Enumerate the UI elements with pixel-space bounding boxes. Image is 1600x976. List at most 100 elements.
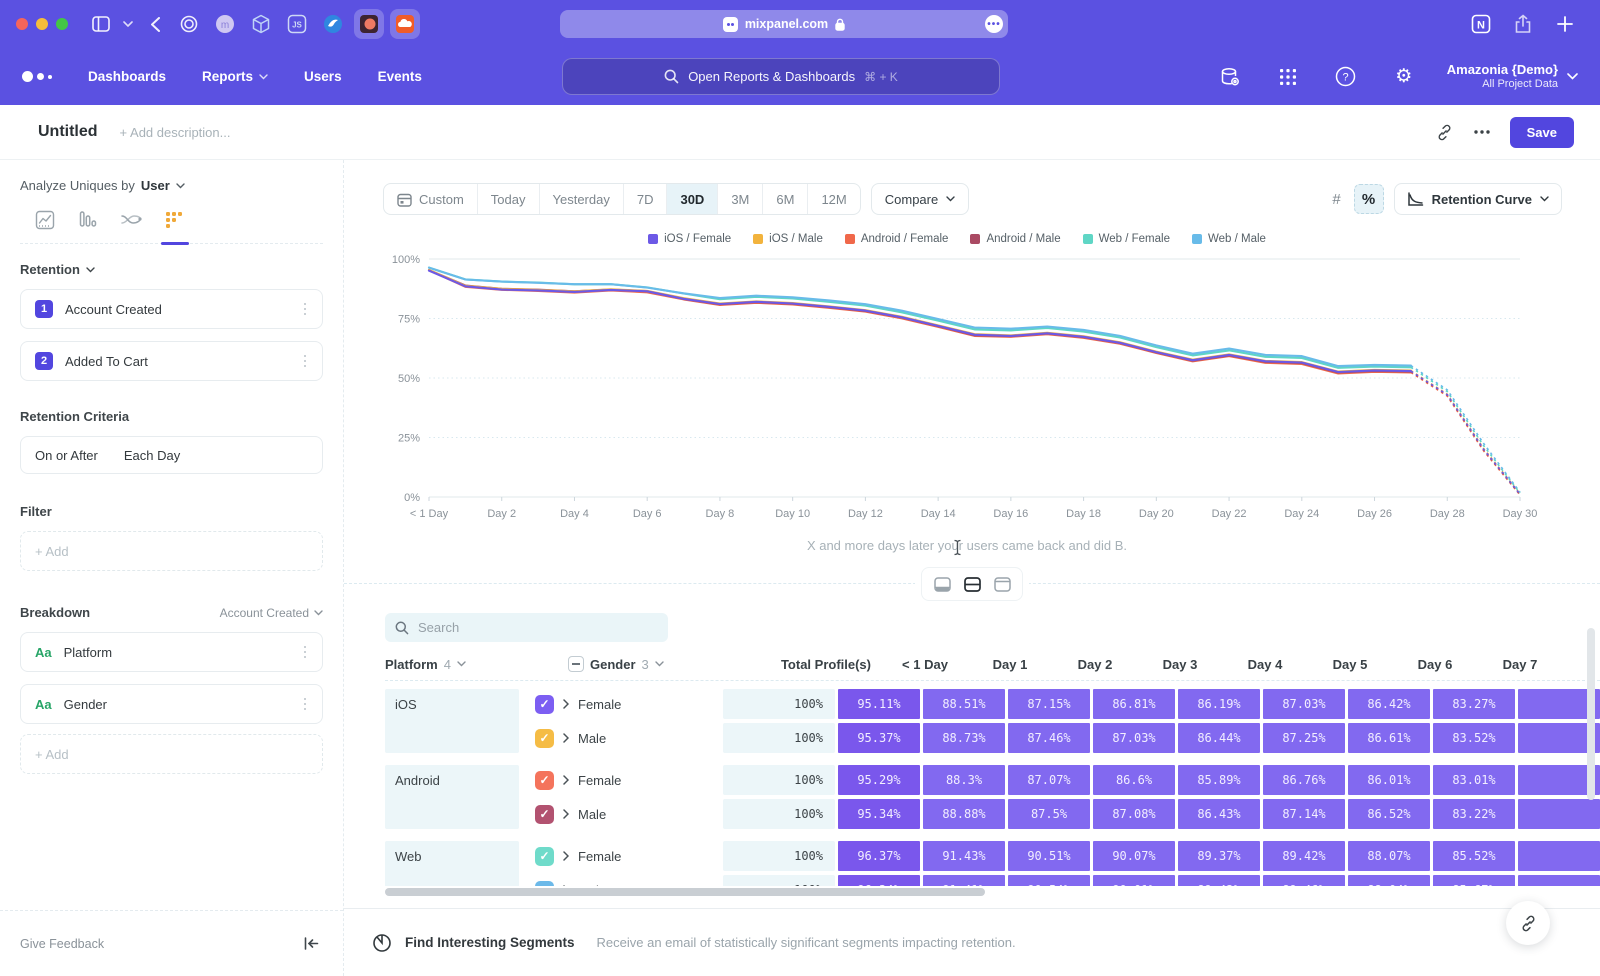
back-button[interactable] xyxy=(140,9,170,39)
gender-column-header[interactable]: Gender 3 xyxy=(568,656,766,672)
collapse-sidebar-icon[interactable] xyxy=(304,937,319,950)
day-column-header[interactable]: Day 1 xyxy=(969,657,1051,672)
extension-cube-icon[interactable] xyxy=(246,9,276,39)
series-checkbox[interactable]: ✓ xyxy=(535,881,554,887)
save-button[interactable]: Save xyxy=(1510,117,1574,148)
criteria-mode[interactable]: On or After xyxy=(35,448,98,463)
add-description[interactable]: + Add description... xyxy=(120,125,231,140)
expand-row-icon[interactable] xyxy=(563,775,569,785)
vertical-scrollbar-thumb[interactable] xyxy=(1587,628,1595,800)
maximize-window-button[interactable] xyxy=(56,18,68,30)
extension-bird-icon[interactable] xyxy=(318,9,348,39)
range-yesterday[interactable]: Yesterday xyxy=(539,184,623,214)
add-filter-button[interactable]: + Add xyxy=(20,531,323,571)
legend-item[interactable]: Web / Female xyxy=(1083,233,1170,245)
expand-row-icon[interactable] xyxy=(563,851,569,861)
give-feedback-link[interactable]: Give Feedback xyxy=(20,937,104,951)
extension-js-icon[interactable]: JS xyxy=(282,9,312,39)
add-breakdown-button[interactable]: + Add xyxy=(20,734,323,774)
kebab-menu-icon[interactable] xyxy=(300,642,311,663)
day-column-header[interactable]: Day 6 xyxy=(1394,657,1476,672)
range-3m[interactable]: 3M xyxy=(717,184,762,214)
series-checkbox[interactable]: ✓ xyxy=(535,847,554,866)
range-7d[interactable]: 7D xyxy=(623,184,667,214)
breakdown-event-selector[interactable]: Account Created xyxy=(220,606,323,620)
legend-item[interactable]: Web / Male xyxy=(1192,233,1266,245)
day-column-header[interactable]: Day 2 xyxy=(1054,657,1136,672)
kebab-menu-icon[interactable] xyxy=(300,694,311,715)
platform-column-header[interactable]: Platform 4 xyxy=(385,657,565,672)
series-checkbox[interactable]: ✓ xyxy=(535,729,554,748)
legend-item[interactable]: Android / Female xyxy=(845,233,949,245)
help-icon[interactable]: ? xyxy=(1331,62,1361,92)
share-link-fab[interactable] xyxy=(1506,901,1550,945)
report-title[interactable]: Untitled xyxy=(38,123,98,141)
collapse-all-checkbox[interactable] xyxy=(568,656,584,672)
day-column-header[interactable]: Day 3 xyxy=(1139,657,1221,672)
share-icon[interactable] xyxy=(1508,9,1538,39)
expand-row-icon[interactable] xyxy=(563,809,569,819)
expand-row-icon[interactable] xyxy=(563,885,569,886)
analyze-entity-selector[interactable]: User xyxy=(141,178,170,193)
day-column-header[interactable]: < 1 Day xyxy=(884,657,966,672)
day-column-header[interactable]: Day 4 xyxy=(1224,657,1306,672)
breakdown-platform[interactable]: Aa Platform xyxy=(20,632,323,672)
expand-row-icon[interactable] xyxy=(563,699,569,709)
range-12m[interactable]: 12M xyxy=(807,184,859,214)
absolute-numbers-toggle[interactable]: # xyxy=(1322,184,1352,214)
nav-item-reports[interactable]: Reports xyxy=(202,69,268,84)
day-column-header[interactable]: Day 7 xyxy=(1479,657,1561,672)
nav-item-events[interactable]: Events xyxy=(378,69,422,84)
expand-row-icon[interactable] xyxy=(563,733,569,743)
table-only-view-button[interactable] xyxy=(989,572,1015,596)
window-controls[interactable] xyxy=(16,18,68,30)
percentage-toggle[interactable]: % xyxy=(1354,184,1384,214)
segments-footer-title[interactable]: Find Interesting Segments xyxy=(405,935,575,950)
retention-section-header[interactable]: Retention xyxy=(20,262,80,277)
criteria-interval[interactable]: Each Day xyxy=(124,448,180,463)
more-options-icon[interactable] xyxy=(1474,130,1490,134)
extension-m-icon[interactable]: m xyxy=(210,9,240,39)
horizontal-scrollbar-thumb[interactable] xyxy=(385,888,985,896)
legend-item[interactable]: iOS / Female xyxy=(648,233,731,245)
range-30d[interactable]: 30D xyxy=(666,184,717,214)
extension-reader-icon[interactable] xyxy=(354,9,384,39)
breakdown-gender[interactable]: Aa Gender xyxy=(20,684,323,724)
close-window-button[interactable] xyxy=(16,18,28,30)
global-search-button[interactable]: Open Reports & Dashboards ⌘ + K xyxy=(562,58,1000,95)
nav-item-users[interactable]: Users xyxy=(304,69,342,84)
chart-type-selector[interactable]: Retention Curve xyxy=(1394,183,1562,215)
table-search-input[interactable] xyxy=(418,620,648,635)
range-6m[interactable]: 6M xyxy=(762,184,807,214)
series-checkbox[interactable]: ✓ xyxy=(535,695,554,714)
chevron-down-icon[interactable] xyxy=(120,9,136,39)
extension-cloud-icon[interactable] xyxy=(390,9,420,39)
legend-item[interactable]: Android / Male xyxy=(970,233,1060,245)
tab-flows-icon[interactable] xyxy=(120,209,142,231)
chart-only-view-button[interactable] xyxy=(929,572,955,596)
tab-insights-icon[interactable] xyxy=(34,209,56,231)
split-view-button[interactable] xyxy=(959,572,985,596)
series-checkbox[interactable]: ✓ xyxy=(535,805,554,824)
range-today[interactable]: Today xyxy=(477,184,539,214)
retention-step-a[interactable]: 1 Account Created xyxy=(20,289,323,329)
series-checkbox[interactable]: ✓ xyxy=(535,771,554,790)
copy-link-icon[interactable] xyxy=(1435,123,1454,142)
nav-item-dashboards[interactable]: Dashboards xyxy=(88,69,166,84)
extension-target-icon[interactable] xyxy=(174,9,204,39)
project-selector[interactable]: Amazonia {Demo} All Project Data xyxy=(1447,62,1578,92)
kebab-menu-icon[interactable] xyxy=(300,351,311,372)
day-column-header[interactable]: Day 5 xyxy=(1309,657,1391,672)
apps-grid-icon[interactable] xyxy=(1273,62,1303,92)
minimize-window-button[interactable] xyxy=(36,18,48,30)
settings-gear-icon[interactable]: ⚙ xyxy=(1389,62,1419,92)
kebab-menu-icon[interactable] xyxy=(300,299,311,320)
notion-icon[interactable]: N xyxy=(1466,9,1496,39)
tab-funnels-icon[interactable] xyxy=(77,209,99,231)
tab-retention-icon[interactable] xyxy=(163,209,185,231)
retention-step-b[interactable]: 2 Added To Cart xyxy=(20,341,323,381)
url-more-button[interactable]: ••• xyxy=(985,15,1003,33)
new-tab-icon[interactable] xyxy=(1550,9,1580,39)
range-custom[interactable]: Custom xyxy=(384,184,477,214)
table-search[interactable] xyxy=(385,613,668,642)
